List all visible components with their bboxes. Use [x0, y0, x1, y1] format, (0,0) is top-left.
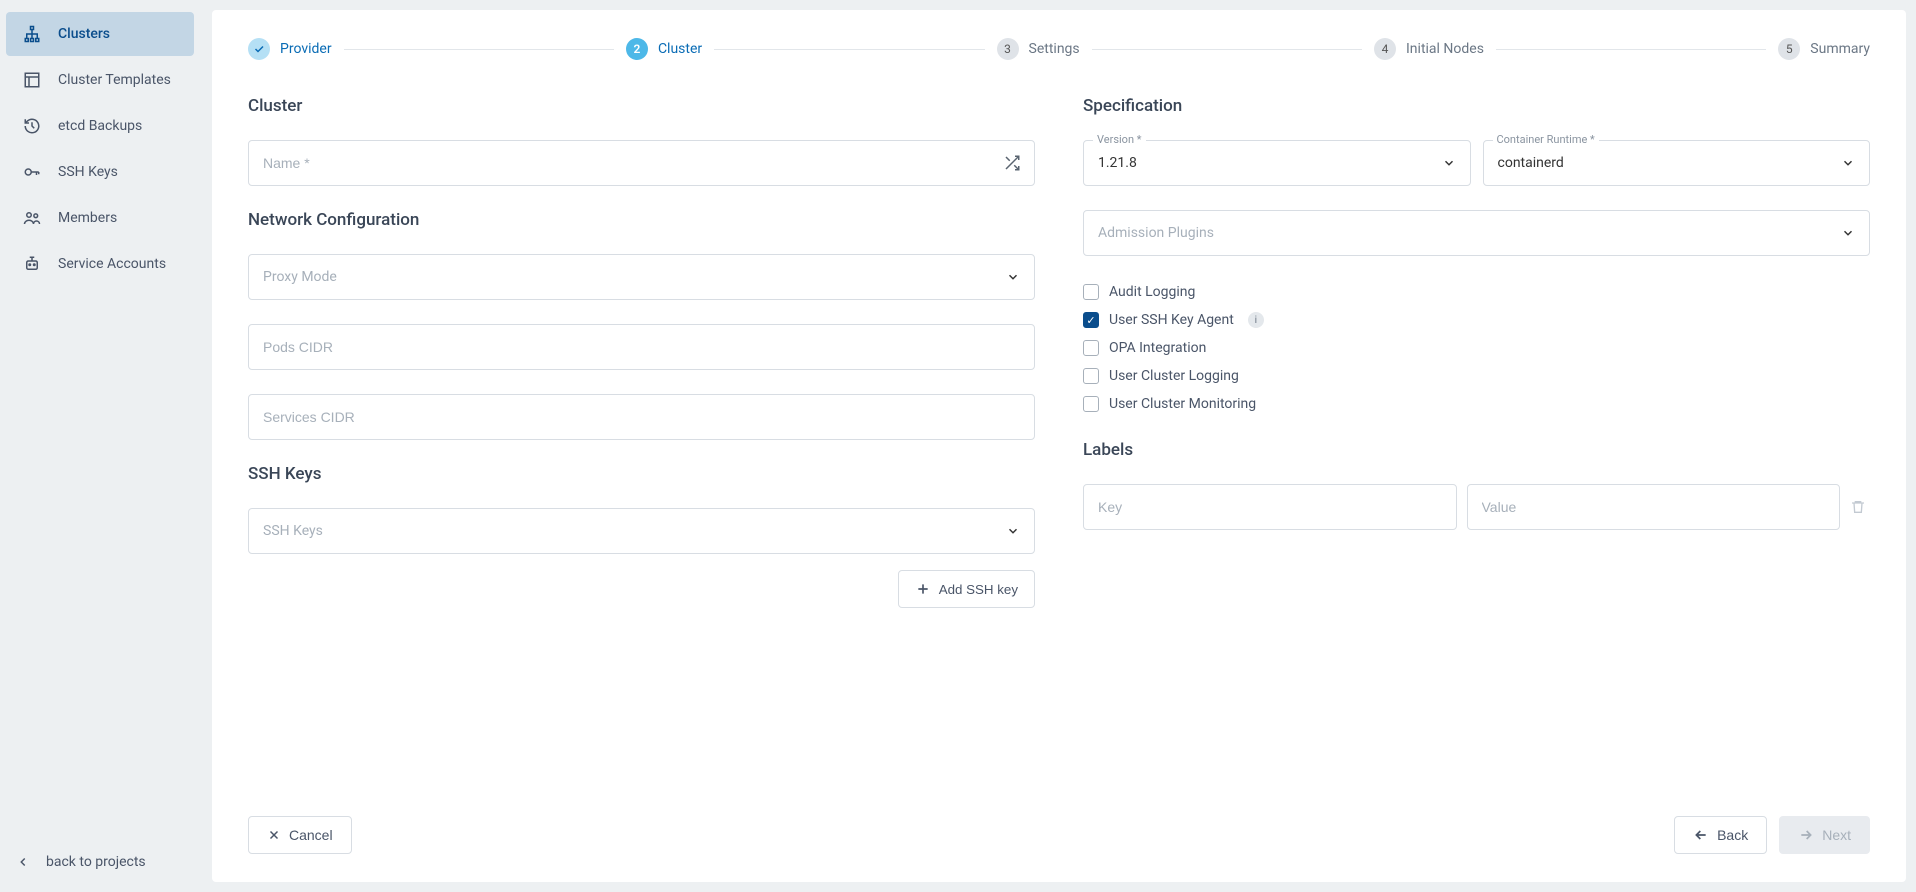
sidebar-item-label: Cluster Templates — [58, 72, 171, 88]
right-column: Specification Version * 1.21.8 Container… — [1083, 96, 1870, 792]
sidebar-item-label: Service Accounts — [58, 256, 166, 272]
check-icon — [248, 38, 270, 60]
sidebar-item-label: Clusters — [58, 26, 110, 42]
labels-section-title: Labels — [1083, 440, 1870, 460]
sidebar-item-label: etcd Backups — [58, 118, 142, 134]
add-ssh-key-button[interactable]: Add SSH key — [898, 570, 1035, 608]
sidebar-item-members[interactable]: Members — [6, 196, 194, 240]
sidebar-item-backups[interactable]: etcd Backups — [6, 104, 194, 148]
label-key-input[interactable] — [1083, 484, 1457, 530]
runtime-select[interactable]: containerd — [1483, 140, 1871, 186]
members-icon — [22, 208, 42, 228]
network-section-title: Network Configuration — [248, 210, 1035, 230]
trash-icon[interactable] — [1850, 499, 1870, 515]
step-cluster[interactable]: 2 Cluster — [626, 38, 702, 60]
checkbox-label: OPA Integration — [1109, 340, 1206, 356]
step-label: Initial Nodes — [1406, 41, 1484, 57]
arrow-right-icon — [1798, 827, 1814, 843]
checkbox-label: User SSH Key Agent — [1109, 312, 1234, 328]
step-label: Summary — [1810, 41, 1870, 57]
close-icon — [267, 828, 281, 842]
admission-plugins-select[interactable]: Admission Plugins — [1083, 210, 1870, 256]
pods-cidr-input[interactable] — [248, 324, 1035, 370]
chevron-down-icon — [1841, 156, 1855, 170]
arrow-left-icon — [1693, 827, 1709, 843]
step-line — [714, 49, 984, 50]
step-line — [1092, 49, 1362, 50]
chevron-left-icon — [16, 855, 30, 869]
ssh-section-title: SSH Keys — [248, 464, 1035, 484]
checkbox-label: Audit Logging — [1109, 284, 1195, 300]
version-select[interactable]: 1.21.8 — [1083, 140, 1471, 186]
left-column: Cluster Network Configuration Proxy Mode — [248, 96, 1035, 792]
step-badge: 2 — [626, 38, 648, 60]
audit-logging-checkbox[interactable] — [1083, 284, 1099, 300]
info-icon[interactable]: i — [1248, 312, 1264, 328]
step-line — [344, 49, 614, 50]
cluster-section-title: Cluster — [248, 96, 1035, 116]
runtime-label: Container Runtime * — [1493, 133, 1599, 146]
user-ssh-key-agent-checkbox[interactable] — [1083, 312, 1099, 328]
wizard-stepper: Provider 2 Cluster 3 Settings 4 Initial … — [248, 38, 1870, 60]
sidebar: Clusters Cluster Templates etcd Backups … — [0, 0, 200, 892]
chevron-down-icon — [1841, 226, 1855, 240]
step-initial-nodes[interactable]: 4 Initial Nodes — [1374, 38, 1484, 60]
step-provider[interactable]: Provider — [248, 38, 332, 60]
step-settings[interactable]: 3 Settings — [997, 38, 1080, 60]
robot-icon — [22, 254, 42, 274]
sidebar-item-templates[interactable]: Cluster Templates — [6, 58, 194, 102]
ssh-keys-select[interactable]: SSH Keys — [248, 508, 1035, 554]
back-button[interactable]: Back — [1674, 816, 1767, 854]
key-icon — [22, 162, 42, 182]
step-label: Provider — [280, 41, 332, 57]
cluster-name-input[interactable] — [248, 140, 1035, 186]
opa-integration-checkbox[interactable] — [1083, 340, 1099, 356]
step-summary[interactable]: 5 Summary — [1778, 38, 1870, 60]
step-label: Settings — [1029, 41, 1080, 57]
template-icon — [22, 70, 42, 90]
services-cidr-input[interactable] — [248, 394, 1035, 440]
sidebar-item-label: SSH Keys — [58, 164, 118, 180]
chevron-down-icon — [1442, 156, 1456, 170]
spec-section-title: Specification — [1083, 96, 1870, 116]
sidebar-item-sshkeys[interactable]: SSH Keys — [6, 150, 194, 194]
plus-icon — [915, 581, 931, 597]
back-to-projects[interactable]: back to projects — [0, 842, 200, 882]
chevron-down-icon — [1006, 270, 1020, 284]
back-to-projects-label: back to projects — [46, 854, 146, 870]
step-badge: 3 — [997, 38, 1019, 60]
cancel-button[interactable]: Cancel — [248, 816, 352, 854]
step-label: Cluster — [658, 41, 702, 57]
sidebar-item-service-accounts[interactable]: Service Accounts — [6, 242, 194, 286]
label-value-input[interactable] — [1467, 484, 1841, 530]
checkbox-label: User Cluster Monitoring — [1109, 396, 1256, 412]
proxy-mode-select[interactable]: Proxy Mode — [248, 254, 1035, 300]
step-line — [1496, 49, 1766, 50]
chevron-down-icon — [1006, 524, 1020, 538]
user-cluster-logging-checkbox[interactable] — [1083, 368, 1099, 384]
sidebar-item-label: Members — [58, 210, 117, 226]
main-panel: Provider 2 Cluster 3 Settings 4 Initial … — [212, 10, 1906, 882]
version-label: Version * — [1093, 133, 1146, 146]
sidebar-item-clusters[interactable]: Clusters — [6, 12, 194, 56]
checkbox-label: User Cluster Logging — [1109, 368, 1239, 384]
next-button[interactable]: Next — [1779, 816, 1870, 854]
history-icon — [22, 116, 42, 136]
step-badge: 4 — [1374, 38, 1396, 60]
shuffle-icon[interactable] — [1003, 154, 1021, 172]
step-badge: 5 — [1778, 38, 1800, 60]
user-cluster-monitoring-checkbox[interactable] — [1083, 396, 1099, 412]
cluster-icon — [22, 24, 42, 44]
